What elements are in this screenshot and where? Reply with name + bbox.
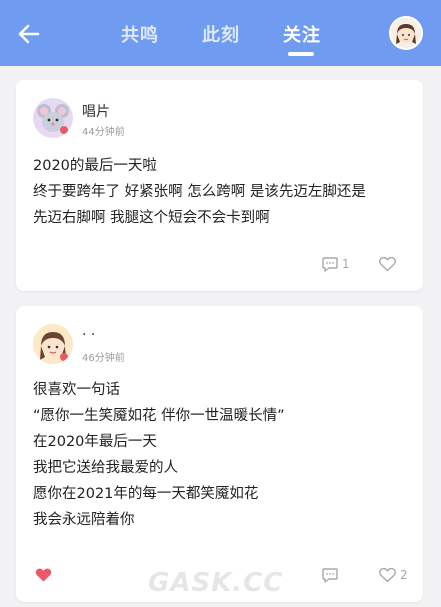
content-line: 在2020年最后一天 [33, 434, 157, 450]
comment-button[interactable]: 1 [321, 255, 350, 273]
girl-avatar-icon [396, 24, 416, 44]
heart-filled-icon [35, 568, 52, 582]
post-time: 44分钟前 [82, 127, 125, 138]
content-line: 终于要跨年了 好紧张啊 怎么跨啊 是该先迈左脚还是 [33, 184, 366, 200]
post-time: 46分钟前 [82, 353, 125, 364]
back-button[interactable] [14, 19, 44, 49]
content-line: 先迈右脚啊 我腿这个短会不会卡到啊 [33, 210, 270, 226]
like-button[interactable] [378, 255, 400, 273]
like-count: 2 [400, 568, 408, 582]
comment-count: 1 [342, 257, 350, 271]
post-content: 2020的最后一天啦 终于要跨年了 好紧张啊 怎么跨啊 是该先迈左脚还是 先迈右… [33, 153, 366, 231]
user-avatar[interactable] [389, 16, 423, 50]
content-line: “愿你一生笑魇如花 伴你一世温暖长情” [33, 408, 285, 424]
heart-outline-icon [379, 567, 396, 583]
top-navigation-bar: 共鸣 此刻 关注 [0, 0, 441, 66]
tab-resonance[interactable]: 共鸣 [121, 21, 159, 47]
heart-outline-icon [379, 256, 396, 272]
liked-heart-button[interactable] [34, 566, 53, 584]
content-line: 我会永远陪着你 [33, 512, 135, 528]
tab-following[interactable]: 关注 [283, 21, 321, 47]
tab-moment[interactable]: 此刻 [202, 21, 240, 47]
post-card: 唱片 44分钟前 2020的最后一天啦 终于要跨年了 好紧张啊 怎么跨啊 是该先… [16, 80, 423, 291]
like-button[interactable]: 2 [378, 566, 408, 584]
content-line: 我把它送给我最爱的人 [33, 460, 178, 476]
author-avatar[interactable] [33, 98, 73, 138]
post-content: 很喜欢一句话 “愿你一生笑魇如花 伴你一世温暖长情” 在2020年最后一天 我把… [33, 377, 285, 533]
content-line: 很喜欢一句话 [33, 382, 120, 398]
author-name[interactable]: 唱片 [82, 101, 110, 121]
comment-button[interactable] [321, 566, 342, 584]
content-line: 2020的最后一天啦 [33, 158, 157, 174]
content-line: 愿你在2021年的每一天都笑魇如花 [33, 486, 259, 502]
author-avatar[interactable] [33, 324, 73, 364]
mouse-avatar-icon [37, 104, 69, 134]
comment-icon [322, 257, 338, 272]
active-tab-indicator [288, 52, 314, 56]
girl-avatar-icon [33, 324, 73, 364]
author-name[interactable]: · · [82, 327, 95, 343]
post-card: · · 46分钟前 很喜欢一句话 “愿你一生笑魇如花 伴你一世温暖长情” 在20… [16, 306, 423, 602]
site-watermark: GASK.CC [148, 568, 284, 598]
back-arrow-icon [18, 24, 40, 44]
comment-icon [322, 568, 338, 583]
